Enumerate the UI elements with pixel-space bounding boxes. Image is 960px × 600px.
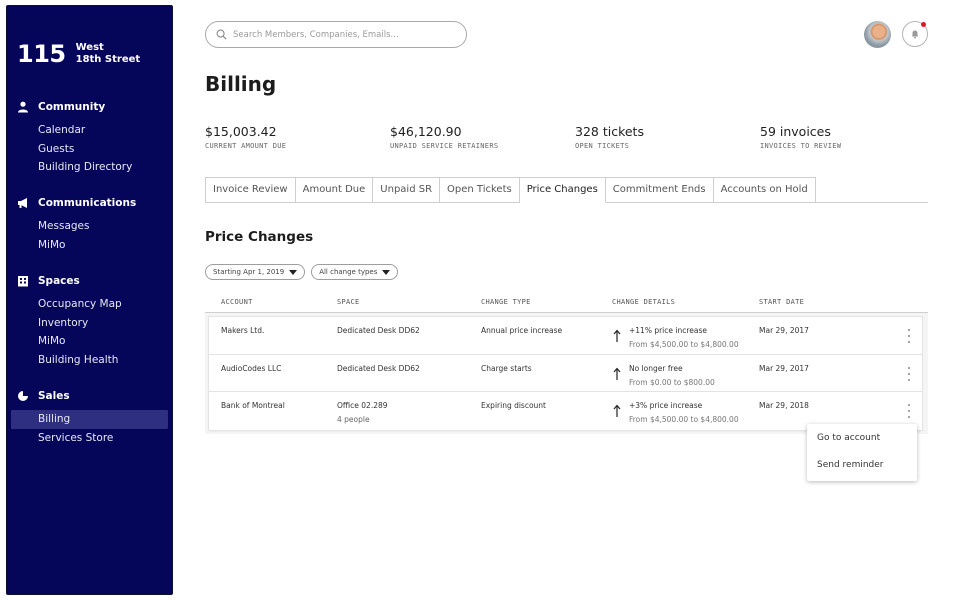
table-row[interactable]: AudioCodes LLC Dedicated Desk DD62 Charg… [209, 355, 922, 392]
sidebar-item-guests[interactable]: Guests [7, 140, 172, 159]
person-icon [18, 101, 28, 113]
sidebar-item-mimo-spaces[interactable]: MiMo [7, 332, 172, 351]
column-header-change-details[interactable]: CHANGE DETAILS [612, 298, 675, 306]
cell-account: AudioCodes LLC [221, 363, 282, 373]
sidebar-item-building-health[interactable]: Building Health [7, 351, 172, 370]
tab-bar: Invoice Review Amount Due Unpaid SR Open… [205, 177, 816, 203]
row-menu-icon[interactable] [906, 404, 912, 418]
cell-space: Office 02.289 4 people [337, 401, 388, 424]
stat-invoices-to-review[interactable]: 59 invoices INVOICES TO REVIEW [760, 124, 841, 150]
sidebar-item-occupancy-map[interactable]: Occupancy Map [7, 295, 172, 314]
cell-change-details: +3% price increase From $4,500.00 to $4,8… [629, 401, 739, 424]
cell-change-type: Charge starts [481, 363, 532, 373]
sidebar-item-billing[interactable]: Billing [11, 410, 168, 429]
sidebar-item-inventory[interactable]: Inventory [7, 314, 172, 333]
filter-change-type[interactable]: All change types [311, 264, 399, 280]
tab-price-changes[interactable]: Price Changes [519, 177, 606, 203]
tab-open-tickets[interactable]: Open Tickets [440, 177, 520, 203]
sidebar-item-services-store[interactable]: Services Store [7, 429, 172, 448]
column-header-change-type[interactable]: CHANGE TYPE [481, 298, 531, 306]
building-icon [18, 276, 28, 287]
column-header-space[interactable]: SPACE [337, 298, 360, 306]
table-body: Makers Ltd. Dedicated Desk DD62 Annual p… [209, 317, 922, 430]
cell-start-date: Mar 29, 2017 [759, 363, 809, 373]
tab-accounts-on-hold[interactable]: Accounts on Hold [713, 177, 816, 203]
tab-unpaid-sr[interactable]: Unpaid SR [373, 177, 441, 203]
menu-item-send-reminder[interactable]: Send reminder [817, 460, 884, 470]
avatar[interactable] [864, 21, 891, 48]
arrow-up-icon [613, 404, 621, 417]
arrow-up-icon [613, 367, 621, 380]
cell-change-details: No longer free From $0.00 to $800.00 [629, 363, 715, 387]
sidebar-section-communications: Communications Messages MiMo [7, 195, 172, 254]
filter-bar: Starting Apr 1, 2019 All change types [205, 264, 404, 280]
cell-change-type: Annual price increase [481, 326, 563, 335]
cell-account: Makers Ltd. [221, 326, 265, 335]
sidebar: 115 West 18th Street Community Calendar … [6, 5, 173, 595]
row-menu-icon[interactable] [906, 329, 912, 343]
cell-space: Dedicated Desk DD62 [337, 363, 420, 373]
megaphone-icon [18, 198, 27, 208]
sidebar-heading-community[interactable]: Community [7, 99, 172, 115]
arrow-up-icon [613, 329, 621, 342]
stat-unpaid-service-retainers[interactable]: $46,120.90 UNPAID SERVICE RETAINERS [390, 124, 498, 150]
caret-down-icon [289, 269, 298, 275]
tab-commitment-ends[interactable]: Commitment Ends [605, 177, 714, 203]
row-menu-icon[interactable] [906, 366, 912, 381]
sidebar-item-mimo[interactable]: MiMo [7, 236, 172, 255]
filter-start-date[interactable]: Starting Apr 1, 2019 [205, 264, 306, 280]
sidebar-heading-sales[interactable]: Sales [7, 388, 172, 404]
cell-change-details: +11% price increase From $4,500.00 to $4,… [629, 326, 739, 349]
sidebar-section-spaces: Spaces Occupancy Map Inventory MiMo Buil… [7, 273, 172, 369]
cell-start-date: Mar 29, 2017 [759, 326, 809, 335]
sidebar-item-messages[interactable]: Messages [7, 217, 172, 236]
page-title: Billing [205, 72, 277, 96]
cell-account: Bank of Montreal [221, 401, 285, 410]
sidebar-section-sales: Sales Billing Services Store [7, 388, 172, 447]
brand-name: West 18th Street [75, 42, 141, 65]
search-icon [216, 29, 227, 40]
caret-down-icon [382, 269, 391, 275]
bell-icon [912, 30, 918, 39]
row-action-menu: Go to account Send reminder [807, 424, 917, 481]
sidebar-heading-communications[interactable]: Communications [7, 195, 172, 211]
sidebar-heading-spaces[interactable]: Spaces [7, 273, 172, 289]
cell-start-date: Mar 29, 2018 [759, 401, 809, 410]
cell-space: Dedicated Desk DD62 [337, 326, 420, 335]
notification-dot [921, 22, 926, 27]
brand-logo[interactable]: 115 West 18th Street [17, 40, 140, 68]
search-input[interactable] [233, 29, 453, 40]
sidebar-item-calendar[interactable]: Calendar [7, 121, 172, 140]
tab-amount-due[interactable]: Amount Due [295, 177, 374, 203]
column-header-account[interactable]: ACCOUNT [221, 298, 253, 306]
column-header-start-date[interactable]: START DATE [759, 298, 804, 306]
brand-number: 115 [17, 40, 66, 68]
cell-change-type: Expiring discount [481, 401, 546, 410]
stat-current-amount-due[interactable]: $15,003.42 CURRENT AMOUNT DUE [205, 124, 286, 150]
search-bar[interactable] [205, 21, 467, 48]
pie-chart-icon [18, 391, 28, 401]
sidebar-item-building-directory[interactable]: Building Directory [7, 158, 172, 177]
table-row[interactable]: Makers Ltd. Dedicated Desk DD62 Annual p… [209, 317, 922, 355]
menu-item-go-to-account[interactable]: Go to account [817, 433, 880, 443]
stat-open-tickets[interactable]: 328 tickets OPEN TICKETS [575, 124, 644, 150]
section-title: Price Changes [205, 229, 314, 245]
tab-invoice-review[interactable]: Invoice Review [205, 177, 296, 203]
sidebar-section-community: Community Calendar Guests Building Direc… [7, 99, 172, 177]
